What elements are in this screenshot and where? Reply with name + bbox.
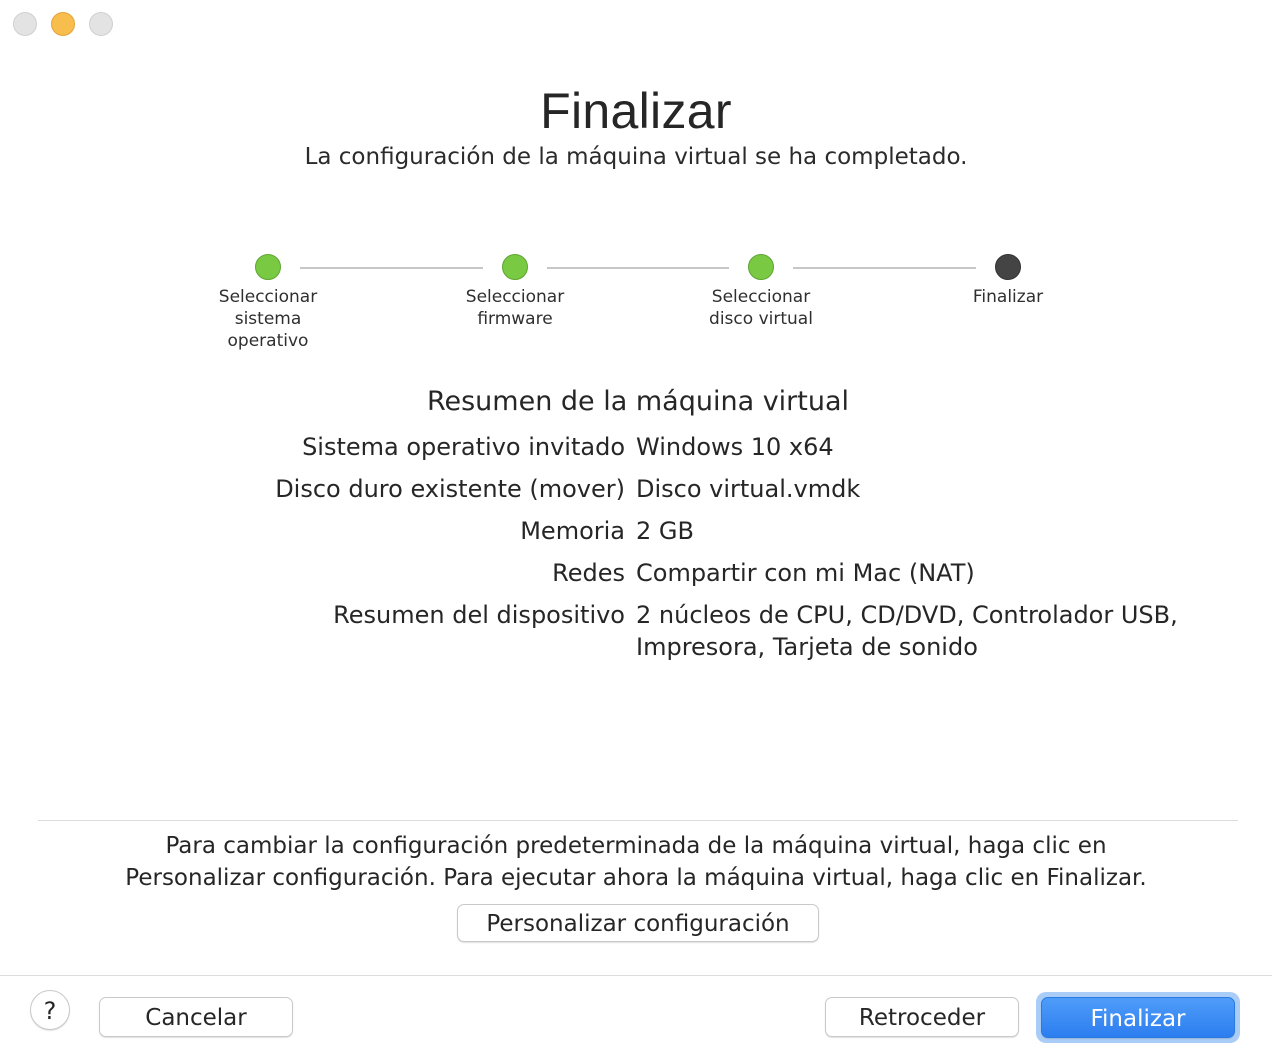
summary-label: Sistema operativo invitado: [302, 433, 625, 461]
footer-divider: [0, 975, 1272, 976]
step-select-disk: Seleccionar disco virtual: [671, 254, 851, 330]
summary-title: Resumen de la máquina virtual: [426, 386, 850, 417]
info-text: Para cambiar la configuración predetermi…: [125, 833, 1147, 891]
wizard-stepper: Seleccionar sistema operativo Selecciona…: [0, 254, 1272, 364]
close-window-icon[interactable]: [13, 12, 37, 36]
summary-label: Memoria: [520, 517, 625, 545]
step-label: Finalizar: [972, 287, 1044, 307]
window-controls: [13, 12, 113, 36]
step-complete-icon: [502, 254, 528, 280]
help-button[interactable]: ?: [30, 990, 70, 1030]
summary-value: Compartir con mi Mac (NAT): [636, 559, 975, 587]
content-divider: [38, 820, 1238, 821]
minimize-window-icon[interactable]: [51, 12, 75, 36]
step-current-icon: [995, 254, 1021, 280]
wizard-window: Finalizar La configuración de la máquina…: [0, 0, 1272, 1058]
step-label: Seleccionar sistema operativo: [218, 287, 318, 351]
back-button[interactable]: Retroceder: [825, 997, 1019, 1037]
zoom-window-icon[interactable]: [89, 12, 113, 36]
step-complete-icon: [748, 254, 774, 280]
step-finish: Finalizar: [918, 254, 1098, 308]
summary-value: Disco virtual.vmdk: [636, 475, 861, 503]
summary-label: Disco duro existente (mover): [275, 475, 625, 503]
step-label: Seleccionar firmware: [465, 287, 565, 329]
step-complete-icon: [255, 254, 281, 280]
page-subtitle: La configuración de la máquina virtual s…: [304, 144, 968, 170]
cancel-button[interactable]: Cancelar: [99, 997, 293, 1037]
page-title: Finalizar: [540, 83, 732, 139]
step-label: Seleccionar disco virtual: [709, 287, 813, 329]
summary-value: Windows 10 x64: [636, 433, 834, 461]
step-select-os: Seleccionar sistema operativo: [178, 254, 358, 352]
customize-settings-button[interactable]: Personalizar configuración: [457, 904, 819, 942]
summary-label: Resumen del dispositivo: [333, 601, 625, 629]
summary-value: 2 GB: [636, 517, 694, 545]
finish-button[interactable]: Finalizar: [1041, 997, 1235, 1038]
summary-value: 2 núcleos de CPU, CD/DVD, Controlador US…: [636, 601, 1178, 661]
summary-label: Redes: [552, 559, 625, 587]
step-select-firmware: Seleccionar firmware: [425, 254, 605, 330]
